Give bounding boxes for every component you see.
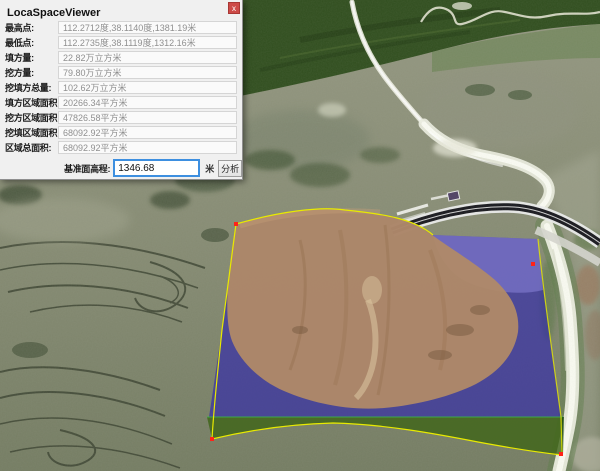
stat-row: 区域总面积: 68092.92平方米 — [0, 140, 242, 155]
stat-row: 填方区域面积: 20266.34平方米 — [0, 95, 242, 110]
datum-unit: 米 — [205, 163, 215, 174]
stat-label: 挖方量: — [5, 68, 34, 78]
stat-label: 区域总面积: — [5, 143, 52, 153]
stat-value-box: 102.62万立方米 — [58, 81, 237, 94]
stat-row: 最高点: 112.2712度,38.1140度,1381.19米 — [0, 20, 242, 35]
stat-row: 挖填方总量: 102.62万立方米 — [0, 80, 242, 95]
fill-cut-analysis-panel: LocaSpaceViewer x 最高点: 112.2712度,38.1140… — [0, 0, 243, 180]
stat-label: 填方区域面积: — [5, 98, 60, 108]
stat-label: 挖填区域面积: — [5, 128, 60, 138]
vertex-handle[interactable] — [210, 437, 214, 441]
panel-titlebar[interactable]: LocaSpaceViewer x — [0, 0, 242, 19]
analysis-region — [207, 208, 564, 456]
close-button[interactable]: x — [228, 2, 240, 14]
stat-label: 最高点: — [5, 23, 34, 33]
stat-value-box: 79.80万立方米 — [58, 66, 237, 79]
stat-row: 挖方量: 79.80万立方米 — [0, 65, 242, 80]
stat-row: 最低点: 112.2735度,38.1119度,1312.16米 — [0, 35, 242, 50]
datum-row: 基准面高程: 米 分析 — [0, 159, 242, 177]
stat-value-box: 68092.92平方米 — [58, 126, 237, 139]
datum-elevation-input[interactable] — [113, 159, 201, 177]
stat-label: 填方量: — [5, 53, 34, 63]
analyze-button[interactable]: 分析 — [218, 159, 242, 177]
stat-label: 挖方区域面积: — [5, 113, 60, 123]
vertex-handle[interactable] — [559, 452, 563, 456]
stat-row: 挖方区域面积: 47826.58平方米 — [0, 110, 242, 125]
stat-label: 挖填方总量: — [5, 83, 52, 93]
stat-rows: 最高点: 112.2712度,38.1140度,1381.19米 最低点: 11… — [0, 20, 242, 155]
stat-value-box: 68092.92平方米 — [58, 141, 237, 154]
datum-label: 基准面高程: — [64, 163, 111, 174]
stat-value-box: 22.82万立方米 — [58, 51, 237, 64]
stat-row: 挖填区域面积: 68092.92平方米 — [0, 125, 242, 140]
stat-row: 填方量: 22.82万立方米 — [0, 50, 242, 65]
vertex-handle[interactable] — [234, 222, 238, 226]
stat-value-box: 47826.58平方米 — [58, 111, 237, 124]
stat-value-box: 20266.34平方米 — [58, 96, 237, 109]
window-title: LocaSpaceViewer — [7, 7, 101, 19]
vertex-handle[interactable] — [531, 262, 535, 266]
stat-label: 最低点: — [5, 38, 34, 48]
stat-value-box: 112.2712度,38.1140度,1381.19米 — [58, 21, 237, 34]
stat-value-box: 112.2735度,38.1119度,1312.16米 — [58, 36, 237, 49]
close-icon: x — [232, 3, 236, 13]
